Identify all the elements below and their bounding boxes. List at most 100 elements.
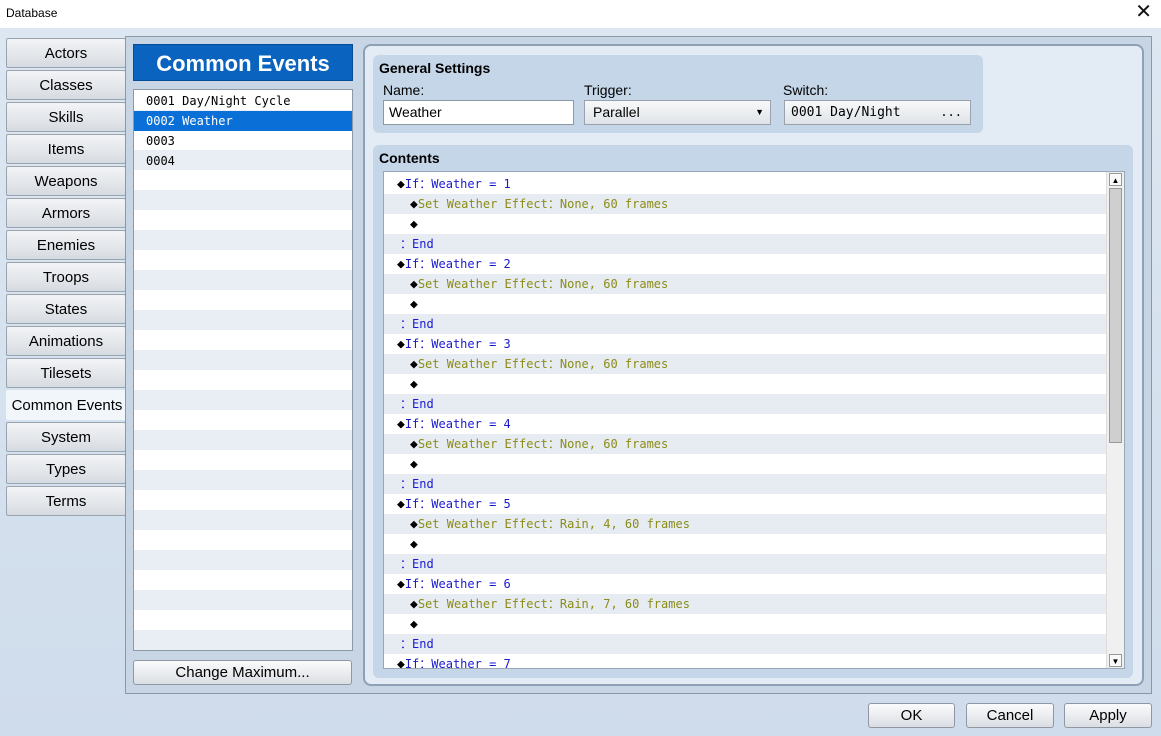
chevron-down-icon: ▼	[755, 107, 764, 117]
general-settings-group: General Settings Name: Weather Trigger: …	[373, 55, 983, 133]
common-events-header: Common Events	[133, 44, 353, 81]
tab-armors[interactable]: Armors	[6, 198, 126, 228]
command-text: Set Weather Effect：None, 60 frames	[417, 357, 669, 371]
command-marker-icon: ◆	[410, 537, 418, 552]
command-line[interactable]: ◆Set Weather Effect：Rain, 4, 60 frames	[384, 514, 1108, 534]
switch-browse-button[interactable]: ...	[940, 101, 962, 124]
command-text: If：Weather = 2	[404, 257, 511, 271]
list-item[interactable]: 0004	[134, 151, 352, 171]
cancel-button[interactable]: Cancel	[966, 703, 1054, 728]
command-line[interactable]: ◆If：Weather = 4	[384, 414, 1108, 434]
command-line[interactable]: ：End	[384, 554, 1108, 574]
command-text: If：Weather = 6	[404, 577, 511, 591]
list-item[interactable]: 0003	[134, 131, 352, 151]
window-title: Database	[6, 6, 58, 20]
command-marker-icon: ◆	[410, 617, 418, 632]
command-marker-icon: ◆	[410, 217, 418, 232]
command-lines: ◆If：Weather = 1 ◆Set Weather Effect：None,…	[384, 174, 1108, 669]
contents-title: Contents	[379, 150, 440, 166]
command-line[interactable]: ◆Set Weather Effect：Rain, 7, 60 frames	[384, 594, 1108, 614]
scroll-up-icon[interactable]: ▲	[1109, 173, 1122, 186]
trigger-dropdown[interactable]: Parallel ▼	[584, 100, 771, 125]
tab-enemies[interactable]: Enemies	[6, 230, 126, 260]
tab-weapons[interactable]: Weapons	[6, 166, 126, 196]
switch-value: 0001 Day/Night	[791, 105, 901, 120]
command-line[interactable]: ◆If：Weather = 2	[384, 254, 1108, 274]
switch-selector[interactable]: 0001 Day/Night ...	[784, 100, 971, 125]
command-text: If：Weather = 1	[404, 177, 511, 191]
command-line[interactable]: ：End	[384, 314, 1108, 334]
ok-button[interactable]: OK	[868, 703, 955, 728]
command-line[interactable]: ：End	[384, 474, 1108, 494]
command-line[interactable]: ◆Set Weather Effect：None, 60 frames	[384, 434, 1108, 454]
command-line[interactable]: ：End	[384, 394, 1108, 414]
common-event-list[interactable]: 0001 Day/Night Cycle 0002 Weather 0003 0004	[133, 89, 353, 651]
command-text: Set Weather Effect：None, 60 frames	[417, 437, 669, 451]
command-line[interactable]: ◆If：Weather = 5	[384, 494, 1108, 514]
tab-actors[interactable]: Actors	[6, 38, 126, 68]
command-line[interactable]: ◆Set Weather Effect：None, 60 frames	[384, 194, 1108, 214]
command-marker-icon: ◆	[397, 417, 405, 432]
list-item[interactable]: 0002 Weather	[134, 111, 352, 131]
command-text: If：Weather = 7	[404, 657, 511, 669]
command-line[interactable]: ◆If：Weather = 3	[384, 334, 1108, 354]
command-line[interactable]: ：End	[384, 234, 1108, 254]
command-line[interactable]: ：End	[384, 634, 1108, 654]
name-label: Name:	[383, 82, 425, 98]
scroll-down-icon[interactable]: ▼	[1109, 654, 1122, 667]
command-marker-icon: ◆	[397, 337, 405, 352]
tab-skills[interactable]: Skills	[6, 102, 126, 132]
command-text: If：Weather = 3	[404, 337, 511, 351]
command-line[interactable]: ◆	[384, 534, 1108, 554]
command-line[interactable]: ◆	[384, 374, 1108, 394]
command-text: Set Weather Effect：Rain, 4, 60 frames	[417, 517, 690, 531]
command-line[interactable]: ◆Set Weather Effect：None, 60 frames	[384, 274, 1108, 294]
command-marker-icon: ◆	[410, 377, 418, 392]
command-marker-icon: ◆	[410, 197, 418, 212]
tab-animations[interactable]: Animations	[6, 326, 126, 356]
command-marker-icon: ◆	[397, 177, 405, 192]
trigger-value: Parallel	[593, 104, 640, 120]
tab-terms[interactable]: Terms	[6, 486, 126, 516]
command-line[interactable]: ◆If：Weather = 7	[384, 654, 1108, 669]
command-line[interactable]: ◆	[384, 614, 1108, 634]
tab-classes[interactable]: Classes	[6, 70, 126, 100]
command-line[interactable]: ◆If：Weather = 1	[384, 174, 1108, 194]
command-marker-icon: ◆	[410, 457, 418, 472]
command-text: If：Weather = 5	[404, 497, 511, 511]
database-tabs: Actors Classes Skills Items Weapons Armors Ene…	[6, 38, 128, 518]
command-text: ：End	[400, 317, 434, 331]
event-command-list[interactable]: ◆If：Weather = 1 ◆Set Weather Effect：None,…	[383, 171, 1125, 669]
tab-states[interactable]: States	[6, 294, 126, 324]
command-text: ：End	[400, 397, 434, 411]
apply-button[interactable]: Apply	[1064, 703, 1152, 728]
command-marker-icon: ◆	[410, 517, 418, 532]
command-marker-icon: ◆	[397, 497, 405, 512]
command-text: ：End	[400, 557, 434, 571]
tab-common-events[interactable]: Common Events	[6, 390, 128, 420]
command-line[interactable]: ◆Set Weather Effect：None, 60 frames	[384, 354, 1108, 374]
command-line[interactable]: ◆	[384, 454, 1108, 474]
command-text: If：Weather = 4	[404, 417, 511, 431]
tab-tilesets[interactable]: Tilesets	[6, 358, 126, 388]
command-marker-icon: ◆	[410, 357, 418, 372]
list-item[interactable]: 0001 Day/Night Cycle	[134, 91, 352, 111]
command-line[interactable]: ◆	[384, 214, 1108, 234]
name-field[interactable]: Weather	[383, 100, 574, 125]
tab-items[interactable]: Items	[6, 134, 126, 164]
command-marker-icon: ◆	[410, 277, 418, 292]
tab-system[interactable]: System	[6, 422, 126, 452]
switch-label: Switch:	[783, 82, 829, 98]
scrollbar-thumb[interactable]	[1109, 188, 1122, 443]
general-settings-title: General Settings	[379, 60, 491, 76]
contents-scrollbar[interactable]: ▲ ▼	[1106, 172, 1124, 668]
tab-types[interactable]: Types	[6, 454, 126, 484]
command-line[interactable]: ◆If：Weather = 6	[384, 574, 1108, 594]
trigger-label: Trigger:	[584, 82, 632, 98]
command-text: Set Weather Effect：Rain, 7, 60 frames	[417, 597, 690, 611]
command-line[interactable]: ◆	[384, 294, 1108, 314]
command-text: ：End	[400, 477, 434, 491]
close-icon[interactable]: ✕	[1135, 2, 1152, 22]
change-maximum-button[interactable]: Change Maximum...	[133, 660, 352, 685]
tab-troops[interactable]: Troops	[6, 262, 126, 292]
